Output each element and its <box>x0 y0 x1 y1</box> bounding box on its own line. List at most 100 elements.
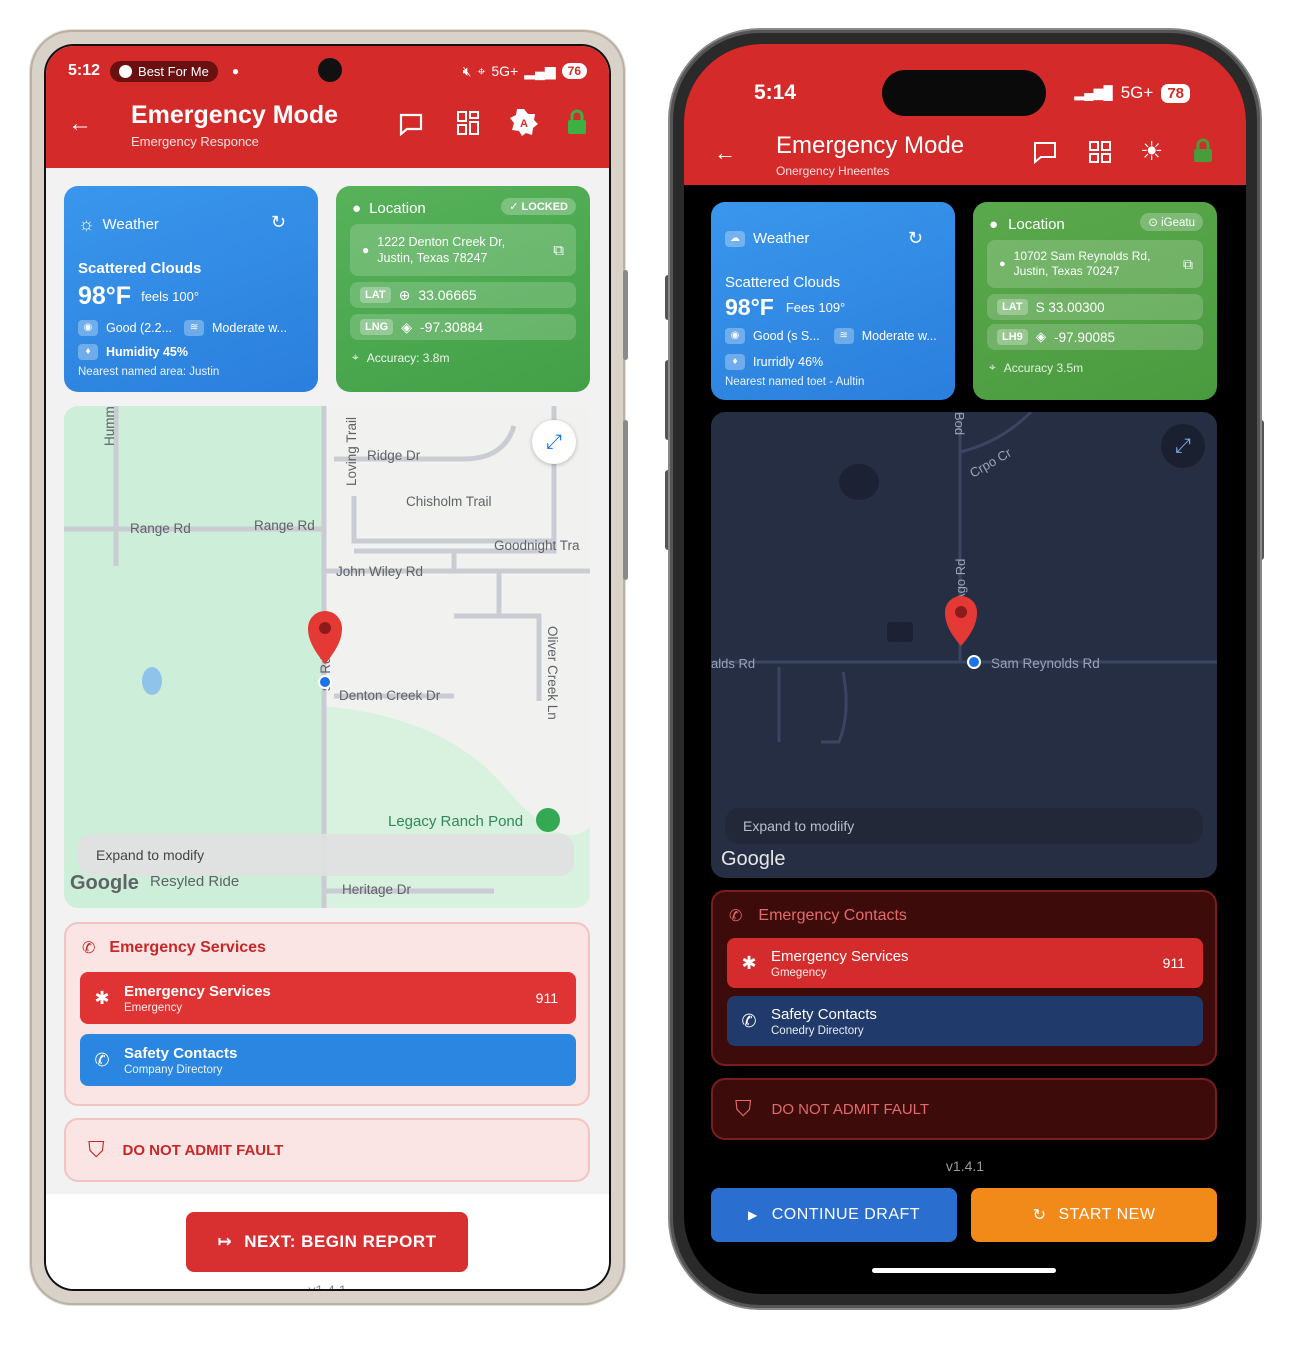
fault-text: DO NOT ADMIT FAULT <box>771 1100 930 1118</box>
wind-icon: ≋ <box>833 328 854 344</box>
droplet-icon: ♦ <box>78 344 98 360</box>
grid-icon[interactable] <box>1088 140 1112 164</box>
app-header: 5:14 ▂▄▆█ 5G+ 78 ← Emergency Mode Onerge… <box>684 44 1246 185</box>
page-title: Emergency Mode <box>131 101 339 129</box>
accuracy-value: Accuracy: 3.8m <box>366 350 450 365</box>
map-canvas: Humm Ridge Dr Loving Trail Chisholm Trai… <box>64 406 590 908</box>
latitude-value: 33.06665 <box>418 287 477 303</box>
camera-punch-hole <box>318 58 342 82</box>
address-line-2: Justin, Texas 70247 <box>1013 264 1120 278</box>
music-icon <box>119 64 133 78</box>
safety-label: Safety Contacts <box>771 1005 877 1023</box>
emergency-services-panel: ✆ Emergency Services ✱ Emergency Service… <box>64 922 590 1106</box>
back-arrow-icon[interactable]: ← <box>714 142 736 164</box>
latitude-field: LAT S 33.00300 <box>987 294 1203 320</box>
chat-icon[interactable] <box>398 112 424 136</box>
location-card[interactable]: ● Location ⊙ iGeatu ● 10702 Sam Reynolds… <box>973 202 1217 400</box>
address-pin-icon: ● <box>362 243 370 257</box>
screen-dark: 5:14 ▂▄▆█ 5G+ 78 ← Emergency Mode Onerge… <box>684 44 1246 1294</box>
phone-dark: 5:14 ▂▄▆█ 5G+ 78 ← Emergency Mode Onerge… <box>670 30 1260 1308</box>
network-type: 5G+ <box>491 63 519 79</box>
weather-card[interactable]: ☼ Weather ↻ Scattered Clouds 98°F feels … <box>64 186 318 392</box>
emergency-services-button[interactable]: ✱ Emergency Services Gmegency 911 <box>727 938 1203 988</box>
do-not-admit-fault-banner: ⛉ DO NOT ADMIT FAULT <box>711 1078 1217 1140</box>
address-line-1: 10702 Sam Reynolds Rd, <box>1013 249 1151 263</box>
chat-icon[interactable] <box>1032 140 1058 164</box>
asterisk-icon: ✱ <box>741 952 757 973</box>
home-indicator[interactable] <box>872 1268 1056 1273</box>
sun-icon[interactable]: ☀ <box>1140 138 1163 164</box>
temperature: 98°F <box>725 294 774 320</box>
map-view[interactable]: Bod Crpo Cr Ago Rd alds Rd Sam Reynolds … <box>711 412 1217 878</box>
visibility-value: Good (s S... <box>753 329 820 343</box>
panel-title: Emergency Services <box>109 939 266 956</box>
status-time: 5:12 <box>68 62 101 79</box>
page-subtitle: Emergency Responce <box>131 134 259 149</box>
emergency-contacts-panel: ✆ Emergency Contacts ✱ Emergency Service… <box>711 890 1217 1066</box>
expand-icon[interactable]: ⤢ <box>532 420 576 464</box>
brightness-auto-icon[interactable]: A <box>510 108 538 136</box>
crosshair-icon: ⌖ <box>352 350 359 364</box>
status-right: ▂▄▆█ 5G+ 78 <box>1074 83 1190 103</box>
media-pill-label: Best For Me <box>138 63 209 79</box>
location-label: Location <box>369 200 426 217</box>
emergency-label: Emergency Services <box>124 982 271 1000</box>
copy-icon[interactable]: ⧉ <box>553 242 564 259</box>
address-pin-icon: ● <box>999 258 1006 270</box>
version-label: v1.4.1 <box>308 1282 347 1291</box>
media-pill[interactable]: Best For Me <box>110 60 218 82</box>
emergency-sub: Emergency <box>124 1001 183 1014</box>
locked-badge-label: LOCKED <box>521 201 568 213</box>
road-label: John Wiley Rd <box>336 564 423 579</box>
safety-sub: Company Directory <box>124 1063 223 1076</box>
safety-sub: Conedry Directory <box>771 1024 864 1037</box>
lock-icon[interactable] <box>1192 138 1214 164</box>
map-view[interactable]: Humm Ridge Dr Loving Trail Chisholm Trai… <box>64 406 590 908</box>
map-marker-icon <box>945 596 977 646</box>
address-field[interactable]: ● 10702 Sam Reynolds Rd, Justin, Texas 7… <box>987 240 1203 288</box>
google-logo: Google <box>70 872 139 894</box>
panel-title: Emergency Contacts <box>758 907 907 924</box>
expand-icon[interactable]: ⤢ <box>1161 424 1205 468</box>
nearest-area: Nearest named toet - Aultin <box>725 376 865 388</box>
wind-value: Moderate w... <box>861 329 937 343</box>
emergency-number: 911 <box>1162 955 1185 971</box>
emergency-label: Emergency Services <box>771 947 909 965</box>
safety-contacts-button[interactable]: ✆ Safety Contacts Conedry Directory <box>727 996 1203 1046</box>
continue-draft-button[interactable]: ▶ CONTINUE DRAFT <box>711 1188 957 1242</box>
signal-icon: ▂▄▆ <box>524 62 556 79</box>
arrow-right-icon: ↦ <box>217 1232 233 1251</box>
start-new-button[interactable]: ↻ START NEW <box>971 1188 1217 1242</box>
check-icon: ⊙ <box>1148 217 1162 229</box>
back-arrow-icon[interactable]: ← <box>68 112 92 136</box>
svg-text:A: A <box>520 118 528 130</box>
grid-icon[interactable] <box>456 110 480 136</box>
next-begin-report-button[interactable]: ↦ NEXT: BEGIN REPORT <box>186 1212 468 1272</box>
weather-card[interactable]: ☁ Weather ↻ Scattered Clouds 98°F Fees 1… <box>711 202 955 400</box>
emergency-services-button[interactable]: ✱ Emergency Services Emergency 911 <box>80 972 576 1024</box>
dynamic-island <box>882 70 1046 116</box>
side-button <box>623 420 628 580</box>
status-bar: 5:14 ▂▄▆█ 5G+ 78 <box>684 70 1246 116</box>
refresh-icon[interactable]: ↻ <box>271 212 286 233</box>
refresh-icon: ↻ <box>1032 1207 1047 1224</box>
humidity-value: Irurridly 46% <box>753 355 824 369</box>
weather-condition: Scattered Clouds <box>725 274 841 291</box>
longitude-field: LH9 ◈ -97.90085 <box>987 324 1203 350</box>
expand-to-modify-bar[interactable]: Expand to modify <box>78 834 574 876</box>
road-label: Ridge Dr <box>367 448 421 463</box>
expand-to-modify-bar[interactable]: Expand to modiify <box>725 808 1203 844</box>
address-field[interactable]: ● 1222 Denton Creek Dr, Justin, Texas 78… <box>350 224 576 276</box>
lng-tag: LNG <box>360 319 394 335</box>
road-label: Oliver Creek Ln <box>545 626 560 720</box>
fault-text: DO NOT ADMIT FAULT <box>122 1141 284 1159</box>
safety-contacts-button[interactable]: ✆ Safety Contacts Company Directory <box>80 1034 576 1086</box>
refresh-icon[interactable]: ↻ <box>908 228 923 249</box>
copy-icon[interactable]: ⧉ <box>1183 256 1193 273</box>
road-label: Heritage Dr <box>342 882 412 897</box>
road-label: Range Rd <box>130 521 191 536</box>
location-card[interactable]: ● Location ✓ LOCKED ● 1222 Denton Creek … <box>336 186 590 392</box>
longitude-value: -97.90085 <box>1054 329 1115 345</box>
address-line-2: Justin, Texas 78247 <box>377 251 488 265</box>
lock-icon[interactable] <box>566 108 588 136</box>
